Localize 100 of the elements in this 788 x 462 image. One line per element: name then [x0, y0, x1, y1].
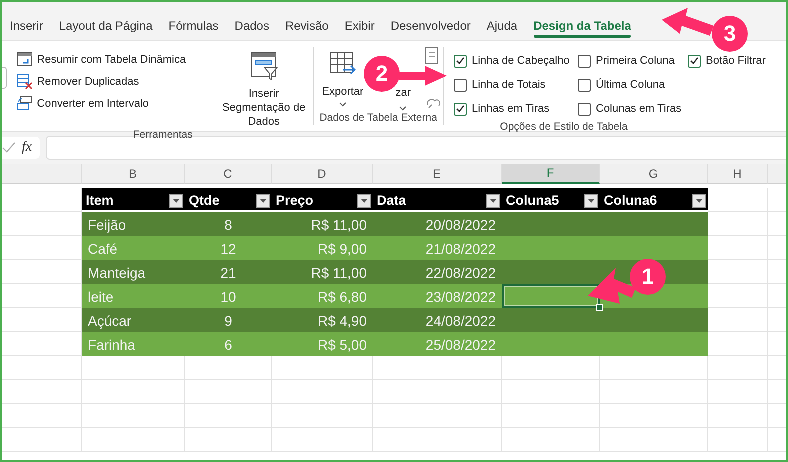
- table-cell-text: 22/08/2022: [424, 264, 497, 283]
- table-cell-text: R$ 11,00: [310, 216, 368, 235]
- checkbox[interactable]: [688, 54, 701, 68]
- table-cell-text: R$ 5,00: [316, 336, 368, 355]
- grid-cell[interactable]: [600, 380, 708, 404]
- table-cell-text: Manteiga: [87, 264, 147, 283]
- dropdown-arrow-icon: [360, 199, 368, 203]
- table-cell-text: 20/08/2022: [424, 216, 497, 235]
- filter-dropdown-button[interactable]: [692, 194, 706, 208]
- grid-cell[interactable]: [2, 404, 82, 428]
- grid-cell[interactable]: [272, 404, 373, 428]
- grid-cell[interactable]: [82, 356, 185, 380]
- enter-check-icon[interactable]: [2, 142, 16, 154]
- column-header[interactable]: F: [502, 164, 600, 184]
- grid-cell[interactable]: [2, 428, 82, 452]
- filter-dropdown-button[interactable]: [584, 194, 598, 208]
- grid-cell[interactable]: [185, 356, 272, 380]
- grid-cell[interactable]: [185, 380, 272, 404]
- grid-cell[interactable]: [185, 404, 272, 428]
- selected-cell[interactable]: [502, 284, 600, 308]
- ribbon-tab[interactable]: Inserir: [2, 19, 52, 40]
- grid-cell[interactable]: [600, 356, 708, 380]
- ribbon-tab[interactable]: Desenvolvedor: [382, 19, 479, 40]
- column-header[interactable]: [2, 164, 82, 184]
- grid-cell[interactable]: [600, 404, 708, 428]
- export-button[interactable]: Exportar: [320, 47, 366, 109]
- ribbon-tab[interactable]: Layout da Página: [51, 19, 161, 40]
- grid-cell[interactable]: [373, 356, 502, 380]
- dropdown-arrow-icon: [172, 199, 180, 203]
- grid-cell[interactable]: [185, 428, 272, 452]
- checkbox[interactable]: [454, 78, 467, 92]
- table-cell-text: R$ 9,00: [316, 240, 368, 259]
- column-header[interactable]: E: [373, 164, 502, 184]
- grid-cell[interactable]: [708, 380, 768, 404]
- grid-cell[interactable]: [708, 308, 768, 332]
- grid-cell[interactable]: [708, 188, 768, 212]
- grid-cell[interactable]: [502, 380, 600, 404]
- name-box[interactable]: [2, 67, 8, 89]
- checkbox[interactable]: [454, 102, 467, 116]
- grid-cell[interactable]: [708, 428, 768, 452]
- grid-cell[interactable]: [708, 212, 768, 236]
- grid-cell[interactable]: [708, 404, 768, 428]
- column-header[interactable]: H: [708, 164, 768, 184]
- checkbox[interactable]: [578, 78, 591, 92]
- ribbon-tab[interactable]: Exibir: [336, 19, 383, 40]
- style-checkbox[interactable]: Última Coluna: [576, 73, 686, 97]
- ribbon-command[interactable]: Remover Duplicadas: [13, 71, 190, 93]
- grid-cell[interactable]: [708, 236, 768, 260]
- column-header[interactable]: G: [600, 164, 708, 184]
- style-checkbox[interactable]: Primeira Coluna: [576, 49, 686, 73]
- filter-dropdown-button[interactable]: [256, 194, 270, 208]
- style-checkbox[interactable]: Linhas em Tiras: [452, 97, 576, 121]
- ribbon-tab[interactable]: Fórmulas: [160, 19, 227, 40]
- ribbon-tab[interactable]: Dados: [226, 19, 278, 40]
- checkbox[interactable]: [578, 102, 591, 116]
- filter-dropdown-button[interactable]: [486, 194, 500, 208]
- filter-dropdown-button[interactable]: [357, 194, 371, 208]
- grid-cell[interactable]: [272, 380, 373, 404]
- group-label: Ferramentas: [132, 129, 194, 142]
- grid-cell[interactable]: [600, 428, 708, 452]
- grid-cell[interactable]: [82, 404, 185, 428]
- table-header-cell: Coluna6: [600, 188, 708, 212]
- style-checkbox[interactable]: Linha de Cabeçalho: [452, 49, 576, 73]
- grid-cell[interactable]: [708, 284, 768, 308]
- ribbon-tab[interactable]: Ajuda: [478, 19, 526, 40]
- grid-cell[interactable]: [82, 380, 185, 404]
- group-label: Dados de Tabela Externa: [318, 112, 438, 125]
- grid-cell[interactable]: [373, 404, 502, 428]
- grid-cell[interactable]: [2, 356, 82, 380]
- grid-cell[interactable]: [272, 356, 373, 380]
- column-header[interactable]: C: [185, 164, 272, 184]
- ribbon-tab[interactable]: Design da Tabela: [526, 19, 640, 40]
- grid-cell[interactable]: [502, 404, 600, 428]
- table-cell-text: R$ 6,80: [316, 288, 368, 307]
- properties-icon[interactable]: [425, 47, 439, 65]
- grid-cell[interactable]: [502, 428, 600, 452]
- grid-cell[interactable]: [708, 260, 768, 284]
- table-header-cell: Preço: [272, 188, 373, 212]
- style-checkbox[interactable]: Colunas em Tiras: [576, 97, 686, 121]
- table-header-cell: Data: [373, 188, 502, 212]
- filter-dropdown-button[interactable]: [169, 194, 183, 208]
- grid-cell[interactable]: [708, 332, 768, 356]
- ribbon-command[interactable]: Converter em Intervalo: [13, 93, 190, 115]
- ribbon-command[interactable]: Resumir com Tabela Dinâmica: [13, 49, 190, 71]
- ribbon-tab[interactable]: Revisão: [277, 19, 337, 40]
- checkbox[interactable]: [578, 54, 591, 68]
- grid-cell[interactable]: [373, 428, 502, 452]
- insert-slicer-button[interactable]: Inserir Segmentação de Dados: [212, 51, 316, 129]
- grid-cell[interactable]: [502, 356, 600, 380]
- grid-cell[interactable]: [708, 356, 768, 380]
- dropdown-arrow-icon: [588, 199, 594, 203]
- column-header[interactable]: B: [82, 164, 185, 184]
- grid-cell[interactable]: [82, 428, 185, 452]
- grid-cell[interactable]: [2, 380, 82, 404]
- grid-cell[interactable]: [272, 428, 373, 452]
- column-header[interactable]: D: [272, 164, 373, 184]
- grid-cell[interactable]: [373, 380, 502, 404]
- table-cell-text: 10: [220, 288, 238, 307]
- style-checkbox[interactable]: Linha de Totais: [452, 73, 576, 97]
- checkbox[interactable]: [454, 54, 467, 68]
